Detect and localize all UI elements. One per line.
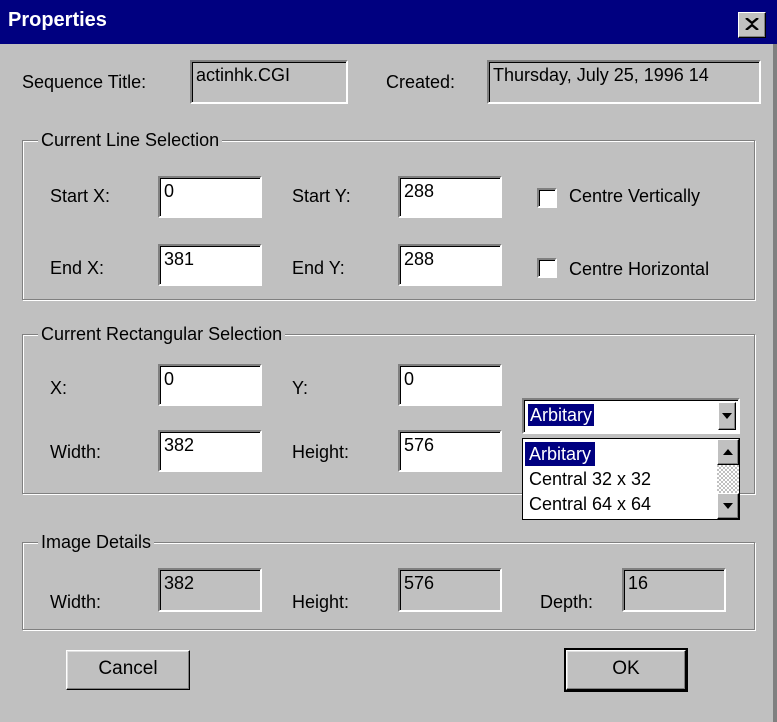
end-x-label: End X: — [50, 258, 105, 278]
centre-vertically-checkbox[interactable] — [537, 188, 557, 208]
scroll-down-button[interactable] — [717, 493, 739, 519]
start-x-input[interactable]: 0 — [158, 176, 262, 218]
cancel-button[interactable]: Cancel — [66, 650, 190, 690]
rect-width-label: Width: — [50, 442, 102, 462]
close-button[interactable] — [738, 12, 766, 38]
rect-height-label: Height: — [292, 442, 350, 462]
line-selection-legend: Current Line Selection — [38, 130, 223, 151]
end-y-input[interactable]: 288 — [398, 244, 502, 286]
image-width-field: 382 — [158, 568, 262, 612]
sequence-title-label: Sequence Title: — [22, 72, 147, 92]
image-width-label: Width: — [50, 592, 102, 612]
preset-option-arbitary[interactable]: Arbitary — [525, 442, 596, 466]
start-y-label: Start Y: — [292, 186, 351, 206]
rect-y-label: Y: — [292, 378, 309, 398]
chevron-down-icon — [722, 413, 732, 419]
ok-button[interactable]: OK — [564, 648, 688, 692]
centre-horizontal-checkbox[interactable] — [537, 258, 557, 278]
preset-selected-value: Arbitary — [528, 404, 595, 426]
start-y-input[interactable]: 288 — [398, 176, 502, 218]
image-height-label: Height: — [292, 592, 350, 612]
arrow-up-icon — [723, 449, 733, 455]
centre-vertically-label[interactable]: Centre Vertically — [569, 186, 700, 207]
image-details-legend: Image Details — [38, 532, 155, 553]
preset-option-central-64[interactable]: Central 64 x 64 — [525, 492, 655, 516]
dropdown-scrollbar[interactable] — [717, 439, 739, 519]
rect-x-input[interactable]: 0 — [158, 364, 262, 406]
preset-select[interactable]: Arbitary — [522, 398, 740, 434]
image-depth-field: 16 — [622, 568, 726, 612]
scroll-up-button[interactable] — [717, 439, 739, 465]
sequence-title-field: actinhk.CGI — [190, 60, 348, 104]
preset-option-central-32[interactable]: Central 32 x 32 — [525, 467, 655, 491]
created-label: Created: — [386, 72, 456, 92]
rect-width-input[interactable]: 382 — [158, 430, 262, 472]
created-field: Thursday, July 25, 1996 14 — [487, 60, 761, 104]
arrow-down-icon — [723, 503, 733, 509]
close-icon — [745, 18, 759, 30]
rect-height-input[interactable]: 576 — [398, 430, 502, 472]
end-x-input[interactable]: 381 — [158, 244, 262, 286]
image-depth-label: Depth: — [540, 592, 594, 612]
title-bar[interactable]: Properties — [0, 0, 777, 44]
rect-selection-legend: Current Rectangular Selection — [38, 324, 286, 345]
start-x-label: Start X: — [50, 186, 111, 206]
dropdown-button[interactable] — [718, 402, 736, 430]
window-title: Properties — [8, 9, 107, 31]
window-frame — [773, 44, 777, 722]
image-height-field: 576 — [398, 568, 502, 612]
centre-horizontal-label[interactable]: Centre Horizontal — [569, 259, 709, 280]
rect-y-input[interactable]: 0 — [398, 364, 502, 406]
preset-dropdown-list[interactable]: Arbitary Central 32 x 32 Central 64 x 64 — [522, 438, 740, 520]
end-y-label: End Y: — [292, 258, 345, 278]
rect-x-label: X: — [50, 378, 68, 398]
